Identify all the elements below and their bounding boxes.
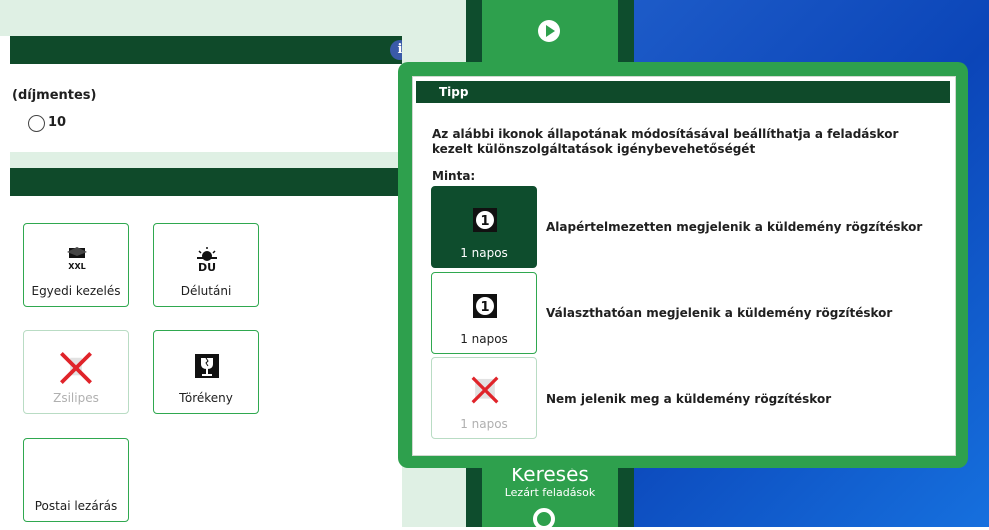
- disabled-cross-icon: [471, 376, 499, 404]
- tile-egyedi-kezeles[interactable]: XXL Egyedi kezelés: [23, 223, 129, 307]
- radio-10-label: 10: [48, 115, 67, 130]
- services-header: [10, 168, 402, 196]
- sample-text-optional: Választhatóan megjelenik a küldemény rög…: [546, 306, 893, 320]
- section-header: [10, 36, 402, 64]
- svg-text:1: 1: [480, 214, 489, 229]
- separator: [10, 152, 402, 168]
- sample-default: 1 1 napos: [431, 186, 537, 268]
- disabled-cross-icon: [60, 352, 92, 384]
- fee-label: (díjmentes): [12, 88, 97, 103]
- one-day-icon: 1: [473, 294, 497, 318]
- sample-text-hidden: Nem jelenik meg a küldemény rögzítéskor: [546, 392, 832, 406]
- left-pane: i (díjmentes) 10 XXL Egyedi kezelés DU D…: [0, 0, 410, 527]
- tooltip-header: [416, 81, 950, 103]
- svg-text:1: 1: [480, 300, 489, 315]
- radio-10[interactable]: [28, 115, 45, 132]
- tile-label: Zsilipes: [53, 391, 99, 405]
- sample-label: 1 napos: [460, 246, 508, 260]
- play-icon[interactable]: [538, 20, 560, 42]
- svg-text:DU: DU: [198, 261, 216, 272]
- sample-label: 1 napos: [460, 332, 508, 346]
- tile-postai-lezaras[interactable]: Postai lezárás: [23, 438, 129, 522]
- tile-delutani[interactable]: DU Délutáni: [153, 223, 259, 307]
- tile-label: Törékeny: [179, 391, 233, 405]
- du-sunset-icon: DU: [197, 247, 217, 272]
- tile-label: Egyedi kezelés: [31, 284, 121, 298]
- svg-text:XXL: XXL: [68, 262, 85, 271]
- tile-torekeny[interactable]: Törékeny: [153, 330, 259, 414]
- sample-text-default: Alapértelmezetten megjelenik a küldemény…: [546, 220, 923, 234]
- tile-label: Postai lezárás: [34, 499, 118, 513]
- tooltip-description: Az alábbi ikonok állapotának módosításáv…: [432, 127, 899, 156]
- search-subtitle: Lezárt feladások: [504, 486, 596, 499]
- tooltip-title: Tipp: [439, 85, 469, 99]
- sample-label: 1 napos: [460, 417, 508, 431]
- xxl-package-icon: XXL: [67, 247, 87, 271]
- sample-optional: 1 1 napos: [431, 272, 537, 354]
- one-day-icon: 1: [473, 208, 497, 232]
- sample-heading: Minta:: [432, 169, 476, 183]
- fragile-icon: [195, 354, 219, 378]
- top-band: [0, 0, 402, 36]
- tile-zsilipes[interactable]: Zsilipes: [23, 330, 129, 414]
- tile-label: Délutáni: [180, 284, 232, 298]
- sample-hidden: 1 napos: [431, 357, 537, 439]
